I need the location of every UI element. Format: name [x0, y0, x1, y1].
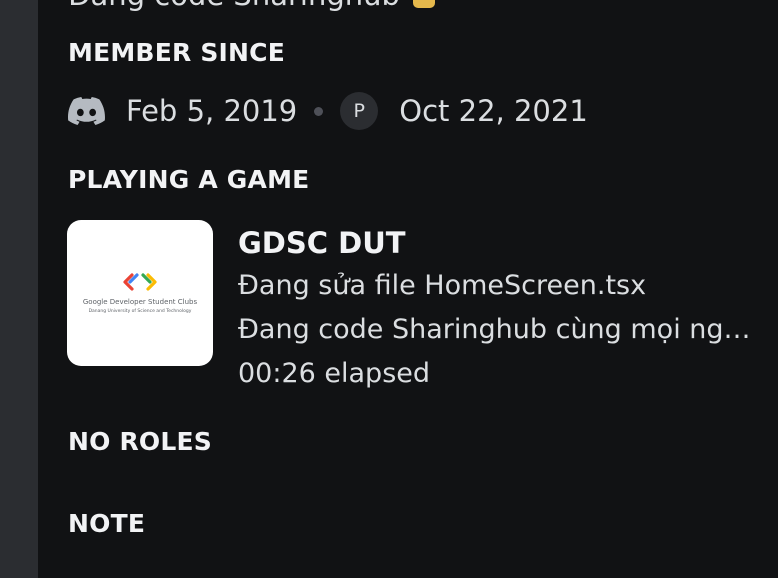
discord-icon [68, 97, 105, 125]
status-emoji-icon [413, 0, 436, 8]
gdsc-logo-icon [123, 272, 157, 291]
member-since-heading: MEMBER SINCE [68, 38, 285, 67]
custom-status-text: Đang code Sharinghub [68, 0, 436, 12]
user-profile-panel: Đang code Sharinghub MEMBER SINCE Feb 5,… [38, 0, 778, 578]
activity-details: Đang sửa file HomeScreen.tsx [238, 270, 647, 301]
no-roles-heading: NO ROLES [68, 427, 212, 456]
left-sidebar [0, 0, 38, 578]
separator-dot [314, 106, 324, 116]
note-heading: NOTE [68, 509, 146, 538]
gdsc-university-text: Danang University of Science and Technol… [88, 308, 192, 314]
activity-title: GDSC DUT [238, 226, 406, 260]
server-join-date: Oct 22, 2021 [399, 94, 588, 128]
member-since-row: Feb 5, 2019 P Oct 22, 2021 [68, 88, 588, 134]
activity-state: Đang code Sharinghub cùng mọi người [238, 314, 758, 345]
game-image: Google Developer Student Clubs Danang Un… [67, 220, 213, 366]
playing-a-game-heading: PLAYING A GAME [68, 165, 310, 194]
discord-join-date: Feb 5, 2019 [126, 94, 298, 128]
server-icon[interactable]: P [340, 92, 379, 130]
activity-info: GDSC DUT Đang sửa file HomeScreen.tsx Đa… [238, 222, 758, 396]
gdsc-name-text: Google Developer Student Clubs [82, 297, 198, 306]
activity-elapsed: 00:26 elapsed [238, 358, 431, 389]
custom-status-label: Đang code Sharinghub [68, 0, 400, 12]
